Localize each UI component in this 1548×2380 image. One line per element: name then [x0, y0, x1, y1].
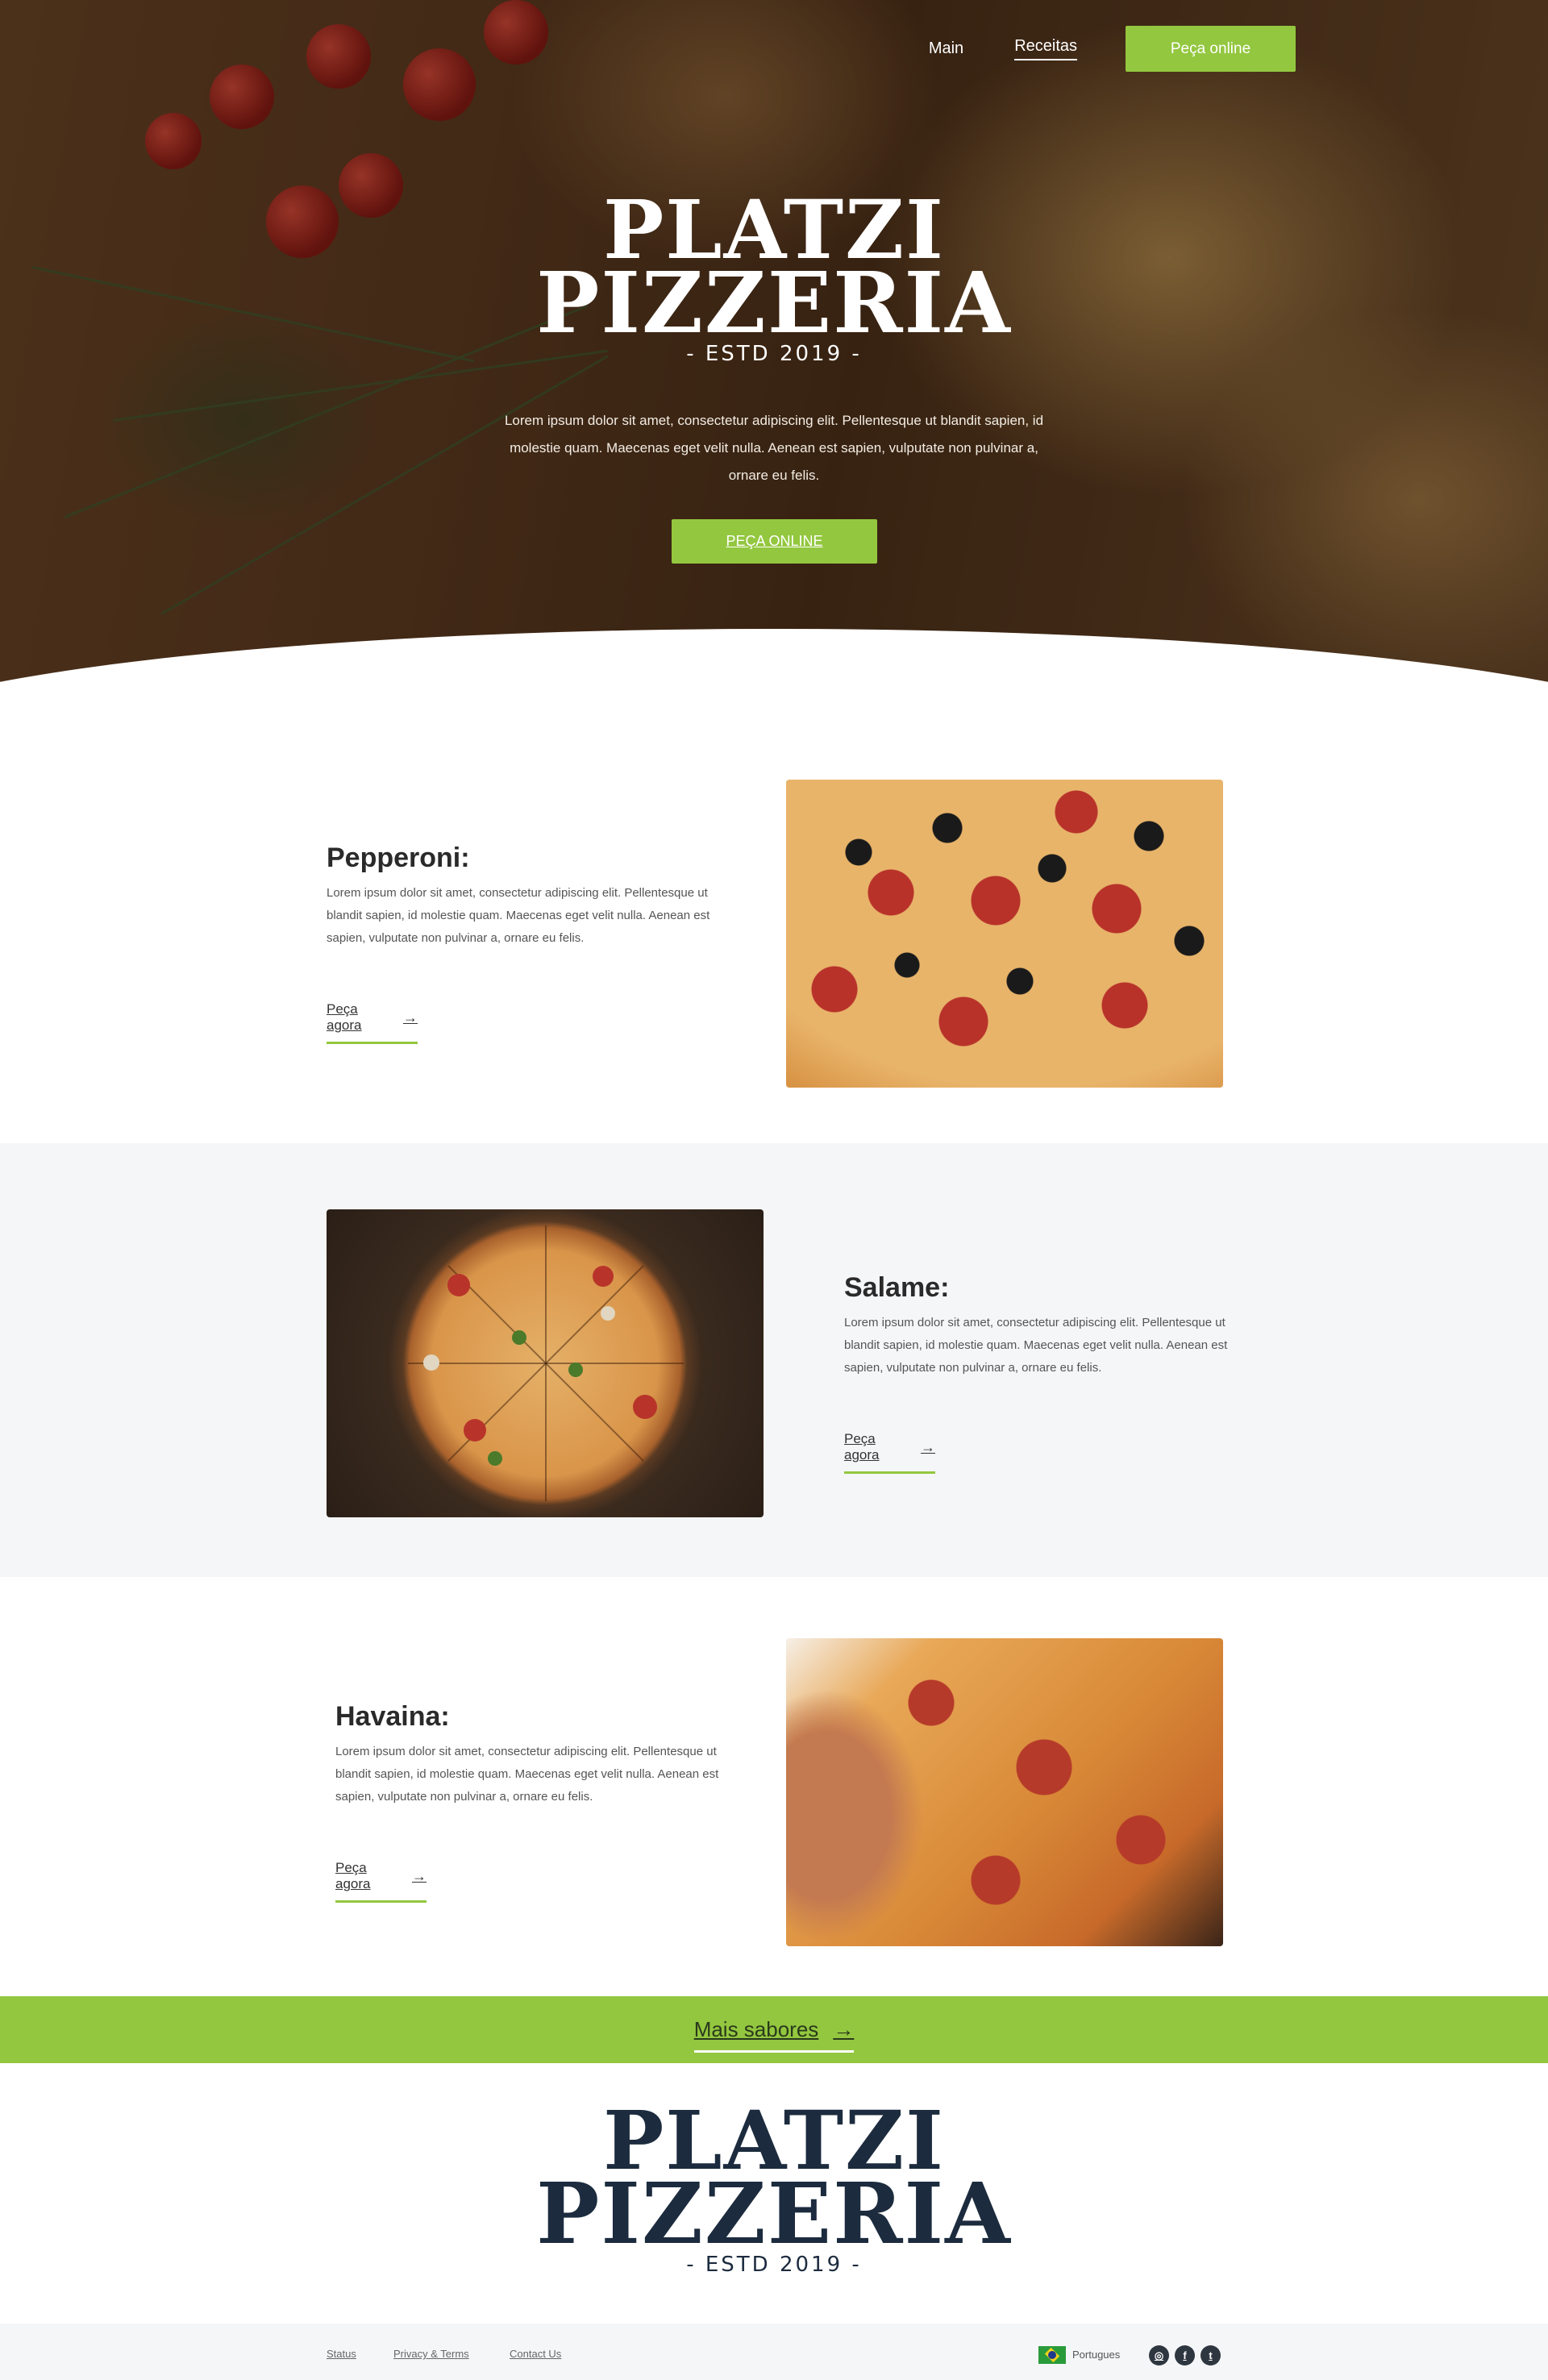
- footer-link-privacy-terms[interactable]: Privacy & Terms: [393, 2348, 469, 2360]
- order-now-link[interactable]: Peça agora →: [335, 1860, 427, 1903]
- order-now-link[interactable]: Peça agora →: [844, 1431, 935, 1474]
- brazil-flag-icon[interactable]: [1038, 2346, 1066, 2364]
- product-description: Lorem ipsum dolor sit amet, consectetur …: [335, 1745, 719, 1804]
- instagram-icon[interactable]: ◎: [1149, 2345, 1169, 2365]
- footer-logo: PLATZI PIZZERIA - ESTD 2019 -: [536, 2100, 1012, 2278]
- logo-line-pizzeria: PIZZERIA: [536, 253, 1012, 352]
- order-now-label: Peça agora: [327, 1001, 362, 1033]
- product-section-pepperoni: [0, 682, 1548, 1143]
- footer-bar: Status Privacy & Terms Contact Us Portug…: [0, 2324, 1548, 2380]
- product-title: Havaina:: [335, 1701, 450, 1732]
- twitter-icon[interactable]: t: [1201, 2345, 1221, 2365]
- arrow-right-icon: →: [833, 2016, 855, 2041]
- hero-order-online-button[interactable]: PEÇA ONLINE: [672, 519, 877, 564]
- language-selector[interactable]: Portugues: [1072, 2349, 1120, 2361]
- product-title: Pepperoni:: [327, 843, 470, 873]
- arrow-right-icon: →: [403, 1009, 418, 1026]
- more-flavors-link[interactable]: Mais sabores →: [693, 2016, 855, 2053]
- order-now-label: Peça agora: [335, 1860, 371, 1891]
- nav-order-online-button[interactable]: Peça online: [1126, 26, 1296, 72]
- hero-section: Main Receitas Peça online PLATZI PIZZERI…: [0, 0, 1548, 682]
- product-description: Lorem ipsum dolor sit amet, consectetur …: [327, 886, 710, 945]
- logo-line-pizzeria: PIZZERIA: [536, 2164, 1012, 2263]
- page: Main Receitas Peça online PLATZI PIZZERI…: [0, 0, 1548, 2380]
- nav-main-link[interactable]: Main: [929, 40, 963, 58]
- more-flavors-bar: Mais sabores →: [0, 1996, 1548, 2063]
- product-section-havaina: [0, 1577, 1548, 1996]
- facebook-icon[interactable]: f: [1175, 2345, 1195, 2365]
- order-now-link[interactable]: Peça agora →: [327, 1001, 418, 1044]
- hero-description: Lorem ipsum dolor sit amet, consectetur …: [504, 413, 1044, 483]
- top-navigation: Main Receitas Peça online: [929, 26, 1296, 72]
- hero-logo: PLATZI PIZZERIA - ESTD 2019 -: [536, 189, 1012, 368]
- footer-link-contact-us[interactable]: Contact Us: [510, 2348, 561, 2360]
- product-description: Lorem ipsum dolor sit amet, consectetur …: [844, 1316, 1228, 1375]
- salame-pizza-image: [327, 1209, 764, 1517]
- arrow-right-icon: →: [921, 1438, 935, 1455]
- nav-recipes-link[interactable]: Receitas: [1014, 37, 1077, 60]
- havaina-pizza-image: [786, 1638, 1223, 1946]
- product-section-salame: [0, 1143, 1548, 1577]
- product-title: Salame:: [844, 1272, 950, 1303]
- more-flavors-label: Mais sabores: [693, 2016, 819, 2041]
- order-now-label: Peça agora: [844, 1431, 880, 1463]
- arrow-right-icon: →: [412, 1867, 427, 1884]
- pepperoni-pizza-image: [786, 780, 1223, 1088]
- footer-link-status[interactable]: Status: [327, 2348, 356, 2360]
